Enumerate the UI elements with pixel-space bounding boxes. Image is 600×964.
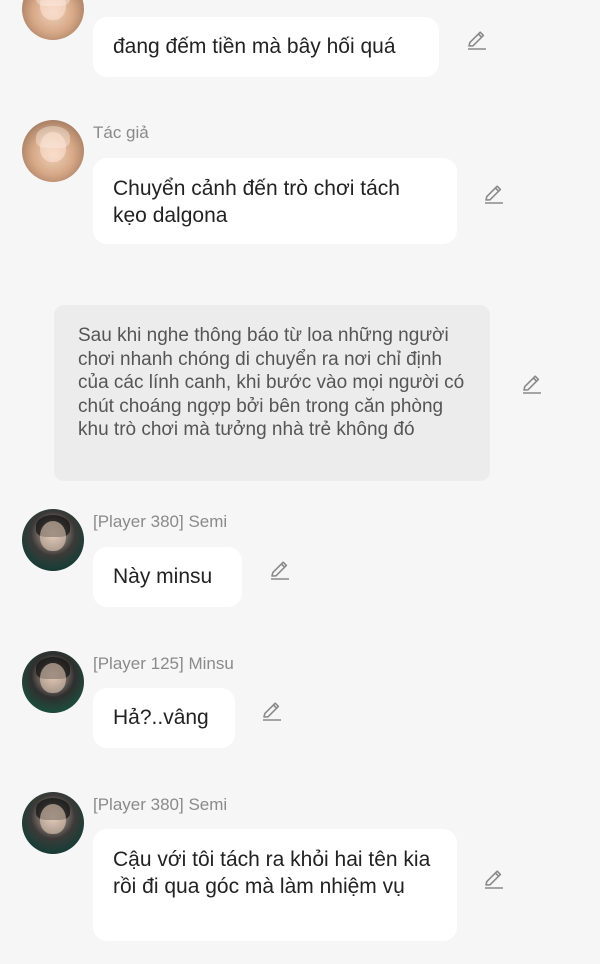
character-name: [Player 380] Semi: [93, 795, 228, 814]
avatar-semi[interactable]: [22, 792, 84, 854]
message-text: Này minsu: [113, 565, 213, 588]
message-text: Hả?..vâng: [113, 706, 209, 729]
pencil-icon[interactable]: [482, 867, 506, 891]
message-bubble[interactable]: Chuyển cảnh đến trò chơi tách kẹo dalgon…: [93, 158, 457, 244]
pencil-icon[interactable]: [465, 28, 489, 52]
message-bubble[interactable]: Cậu với tôi tách ra khỏi hai tên kia rồi…: [93, 829, 457, 941]
avatar-author[interactable]: [22, 0, 84, 40]
character-name: [Player 380] Semi: [93, 512, 228, 531]
character-name: Tác giả: [93, 123, 149, 142]
message-text: Cậu với tôi tách ra khỏi hai tên kia rồi…: [113, 848, 431, 898]
avatar-minsu[interactable]: [22, 651, 84, 713]
narration-block[interactable]: Sau khi nghe thông báo từ loa những ngườ…: [54, 305, 490, 481]
pencil-icon[interactable]: [260, 699, 284, 723]
pencil-icon[interactable]: [520, 372, 544, 396]
avatar-face: [40, 663, 66, 693]
avatar-face: [40, 0, 66, 20]
character-name: [Player 125] Minsu: [93, 654, 234, 673]
narration-text: Sau khi nghe thông báo từ loa những ngườ…: [78, 325, 465, 440]
pencil-icon[interactable]: [268, 558, 292, 582]
avatar-semi[interactable]: [22, 509, 84, 571]
message-bubble[interactable]: đang đếm tiền mà bây hối quá: [93, 17, 439, 77]
message-text: đang đếm tiền mà bây hối quá: [113, 35, 396, 58]
avatar-face: [40, 521, 66, 551]
avatar-author[interactable]: [22, 120, 84, 182]
message-bubble[interactable]: Này minsu: [93, 547, 242, 607]
message-text: Chuyển cảnh đến trò chơi tách kẹo dalgon…: [113, 177, 400, 227]
avatar-face: [40, 804, 66, 834]
message-bubble[interactable]: Hả?..vâng: [93, 688, 235, 748]
avatar-face: [40, 132, 66, 162]
pencil-icon[interactable]: [482, 182, 506, 206]
